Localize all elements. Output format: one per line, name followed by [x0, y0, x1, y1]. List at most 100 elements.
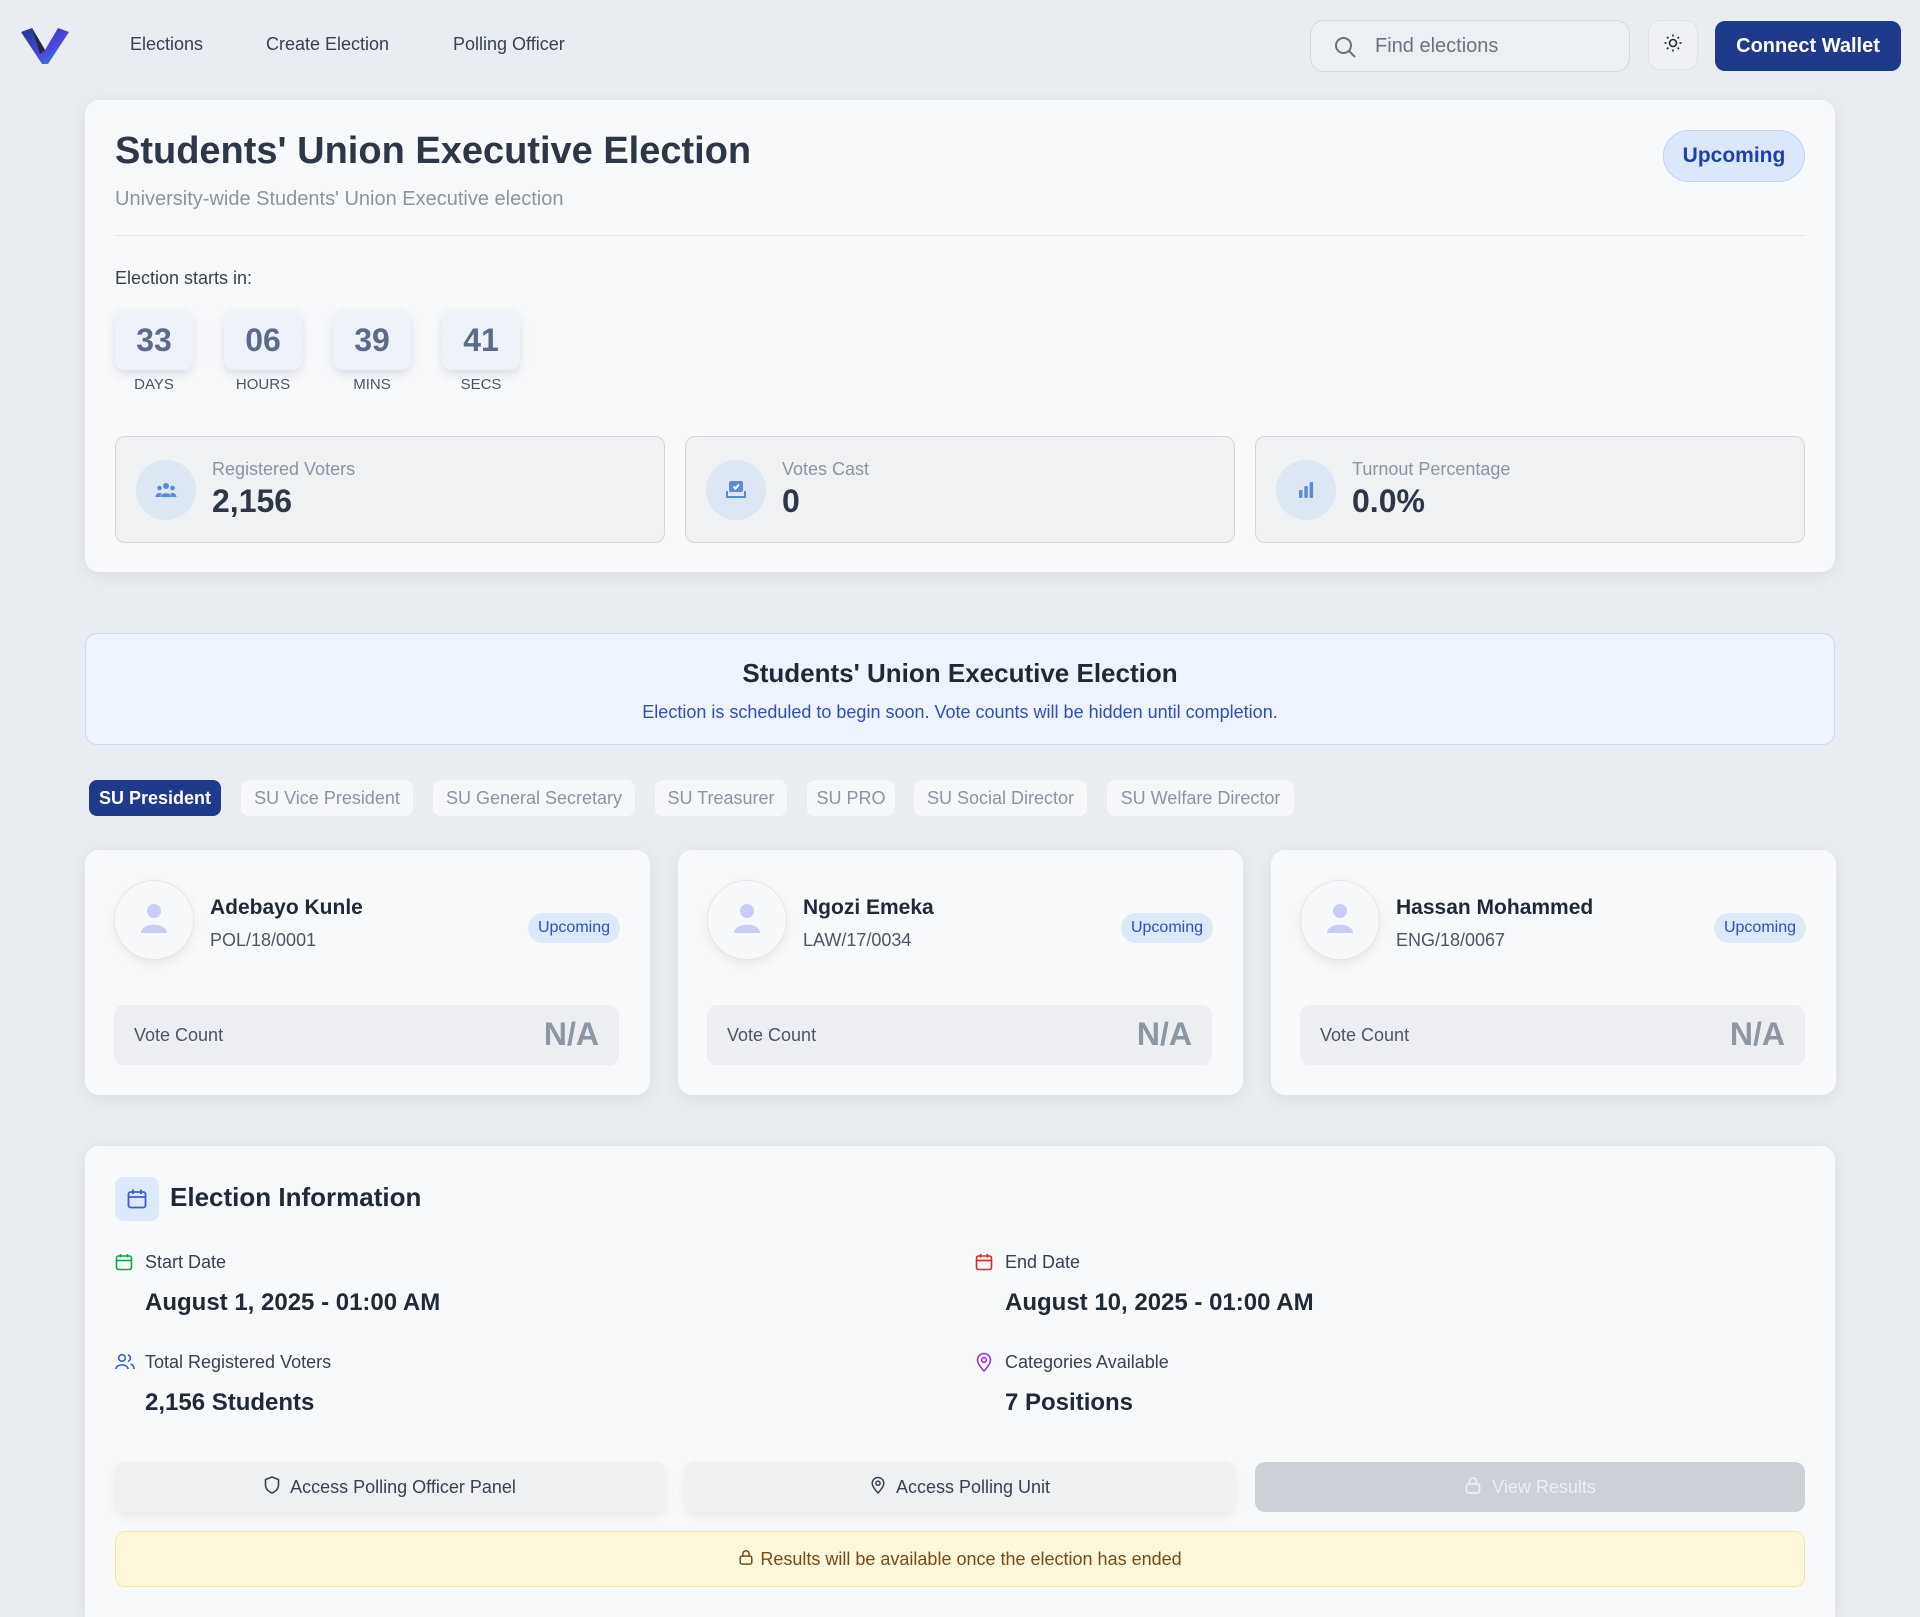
tab-su-president[interactable]: SU President: [89, 780, 221, 816]
nav-link-create-election[interactable]: Create Election: [266, 34, 389, 55]
tab-su-vice-president[interactable]: SU Vice President: [241, 780, 413, 816]
sun-icon: [1663, 33, 1683, 58]
candidate-matric-number: POL/18/0001: [210, 930, 317, 950]
map-pin-icon: [975, 1352, 995, 1373]
categories-value: 7 Positions: [1005, 1389, 1134, 1416]
avatar: [1300, 880, 1380, 960]
candidate-card[interactable]: Ngozi Emeka LAW/17/0034 Upcoming Vote Co…: [678, 850, 1243, 1095]
button-label: Access Polling Officer Panel: [290, 1476, 516, 1497]
lock-icon: [1464, 1476, 1482, 1499]
vote-count-label: Vote Count: [134, 1025, 224, 1045]
bar-chart-icon: [1276, 460, 1336, 520]
candidate-name: Hassan Mohammed: [1396, 896, 1594, 919]
access-polling-unit-button[interactable]: Access Polling Unit: [685, 1462, 1235, 1512]
election-title: Students' Union Executive Election: [115, 130, 752, 172]
map-pin-icon: [870, 1476, 886, 1499]
stat-value: 0.0%: [1352, 483, 1425, 519]
tab-su-general-secretary[interactable]: SU General Secretary: [433, 780, 635, 816]
results-locked-notice: Results will be available once the elect…: [115, 1531, 1805, 1587]
countdown-secs-value: 41: [442, 310, 520, 370]
start-date-value: August 1, 2025 - 01:00 AM: [145, 1289, 441, 1316]
lock-icon: [738, 1548, 754, 1571]
election-status-badge: Upcoming: [1663, 130, 1805, 182]
vote-count-value: N/A: [1729, 1016, 1785, 1052]
users-icon: [115, 1353, 135, 1373]
banner-title: Students' Union Executive Election: [742, 658, 1178, 688]
search-box: [1310, 20, 1630, 72]
avatar: [707, 880, 787, 960]
countdown-days-label: DAYS: [134, 376, 174, 393]
avatar: [114, 880, 194, 960]
user-icon: [1325, 902, 1355, 939]
info-heading: Election Information: [170, 1182, 422, 1212]
calendar-start-icon: [115, 1253, 135, 1273]
banner-message: Election is scheduled to begin soon. Vot…: [642, 702, 1278, 722]
nav-link-elections[interactable]: Elections: [130, 34, 203, 55]
app-logo-icon[interactable]: [18, 24, 72, 68]
nav-link-polling-officer[interactable]: Polling Officer: [453, 34, 565, 55]
button-label: View Results: [1492, 1476, 1596, 1497]
vote-count-panel: Vote Count N/A: [707, 1005, 1212, 1065]
countdown-mins-value: 39: [333, 310, 411, 370]
vote-count-value: N/A: [543, 1016, 599, 1052]
tab-su-treasurer[interactable]: SU Treasurer: [655, 780, 787, 816]
election-notice-banner: Students' Union Executive Election Elect…: [85, 633, 1835, 745]
vote-count-value: N/A: [1136, 1016, 1192, 1052]
vote-count-panel: Vote Count N/A: [1300, 1005, 1805, 1065]
tab-su-pro[interactable]: SU PRO: [807, 780, 895, 816]
election-info-card: Election Information Start Date August 1…: [85, 1146, 1835, 1617]
ballot-box-icon: [706, 460, 766, 520]
search-icon: [1333, 35, 1357, 59]
candidate-card[interactable]: Adebayo Kunle POL/18/0001 Upcoming Vote …: [85, 850, 650, 1095]
total-voters-label: Total Registered Voters: [145, 1352, 332, 1372]
end-date-label: End Date: [1005, 1252, 1081, 1272]
candidate-matric-number: LAW/17/0034: [803, 930, 912, 950]
countdown-hours-label: HOURS: [235, 376, 291, 393]
stat-value: 0: [782, 483, 800, 519]
tab-su-social-director[interactable]: SU Social Director: [914, 780, 1087, 816]
election-header-card: Students' Union Executive Election Unive…: [85, 100, 1835, 572]
stat-label: Turnout Percentage: [1352, 459, 1511, 479]
notice-text: Results will be available once the elect…: [760, 1548, 1182, 1569]
countdown-days-value: 33: [115, 310, 193, 370]
top-navbar: Elections Create Election Polling Office…: [0, 0, 1920, 92]
stat-label: Votes Cast: [782, 459, 870, 479]
countdown-mins-label: MINS: [353, 376, 391, 393]
election-subtitle: University-wide Students' Union Executiv…: [115, 188, 564, 210]
calendar-icon: [115, 1177, 159, 1221]
countdown-label: Election starts in:: [115, 268, 253, 288]
stat-votes-cast: Votes Cast 0: [685, 436, 1235, 543]
tab-su-welfare-director[interactable]: SU Welfare Director: [1107, 780, 1294, 816]
button-label: Access Polling Unit: [895, 1476, 1051, 1497]
start-date-label: Start Date: [145, 1252, 227, 1272]
header-divider: [115, 235, 1805, 236]
total-voters-value: 2,156 Students: [145, 1389, 315, 1416]
candidate-name: Ngozi Emeka: [803, 896, 934, 919]
view-results-button[interactable]: View Results: [1255, 1462, 1805, 1512]
user-icon: [732, 902, 762, 939]
candidate-card[interactable]: Hassan Mohammed ENG/18/0067 Upcoming Vot…: [1271, 850, 1836, 1095]
calendar-end-icon: [975, 1253, 995, 1273]
vote-count-label: Vote Count: [727, 1025, 817, 1045]
candidate-matric-number: ENG/18/0067: [1396, 930, 1506, 950]
access-polling-officer-panel-button[interactable]: Access Polling Officer Panel: [115, 1462, 665, 1512]
stat-registered-voters: Registered Voters 2,156: [115, 436, 665, 543]
countdown-hours-value: 06: [224, 310, 302, 370]
candidate-status-badge: Upcoming: [1120, 913, 1213, 943]
search-input[interactable]: [1375, 31, 1615, 61]
users-icon: [136, 460, 196, 520]
candidate-status-badge: Upcoming: [1713, 913, 1806, 943]
connect-wallet-button[interactable]: Connect Wallet: [1715, 21, 1901, 71]
candidate-name: Adebayo Kunle: [210, 896, 363, 919]
stat-label: Registered Voters: [212, 459, 356, 479]
stat-value: 2,156: [212, 483, 293, 519]
theme-toggle-button[interactable]: [1648, 20, 1698, 70]
vote-count-panel: Vote Count N/A: [114, 1005, 619, 1065]
candidate-status-badge: Upcoming: [527, 913, 620, 943]
countdown-secs-label: SECS: [460, 376, 502, 393]
vote-count-label: Vote Count: [1320, 1025, 1410, 1045]
categories-label: Categories Available: [1005, 1352, 1169, 1372]
end-date-value: August 10, 2025 - 01:00 AM: [1005, 1289, 1314, 1316]
stat-turnout: Turnout Percentage 0.0%: [1255, 436, 1805, 543]
user-icon: [139, 902, 169, 939]
